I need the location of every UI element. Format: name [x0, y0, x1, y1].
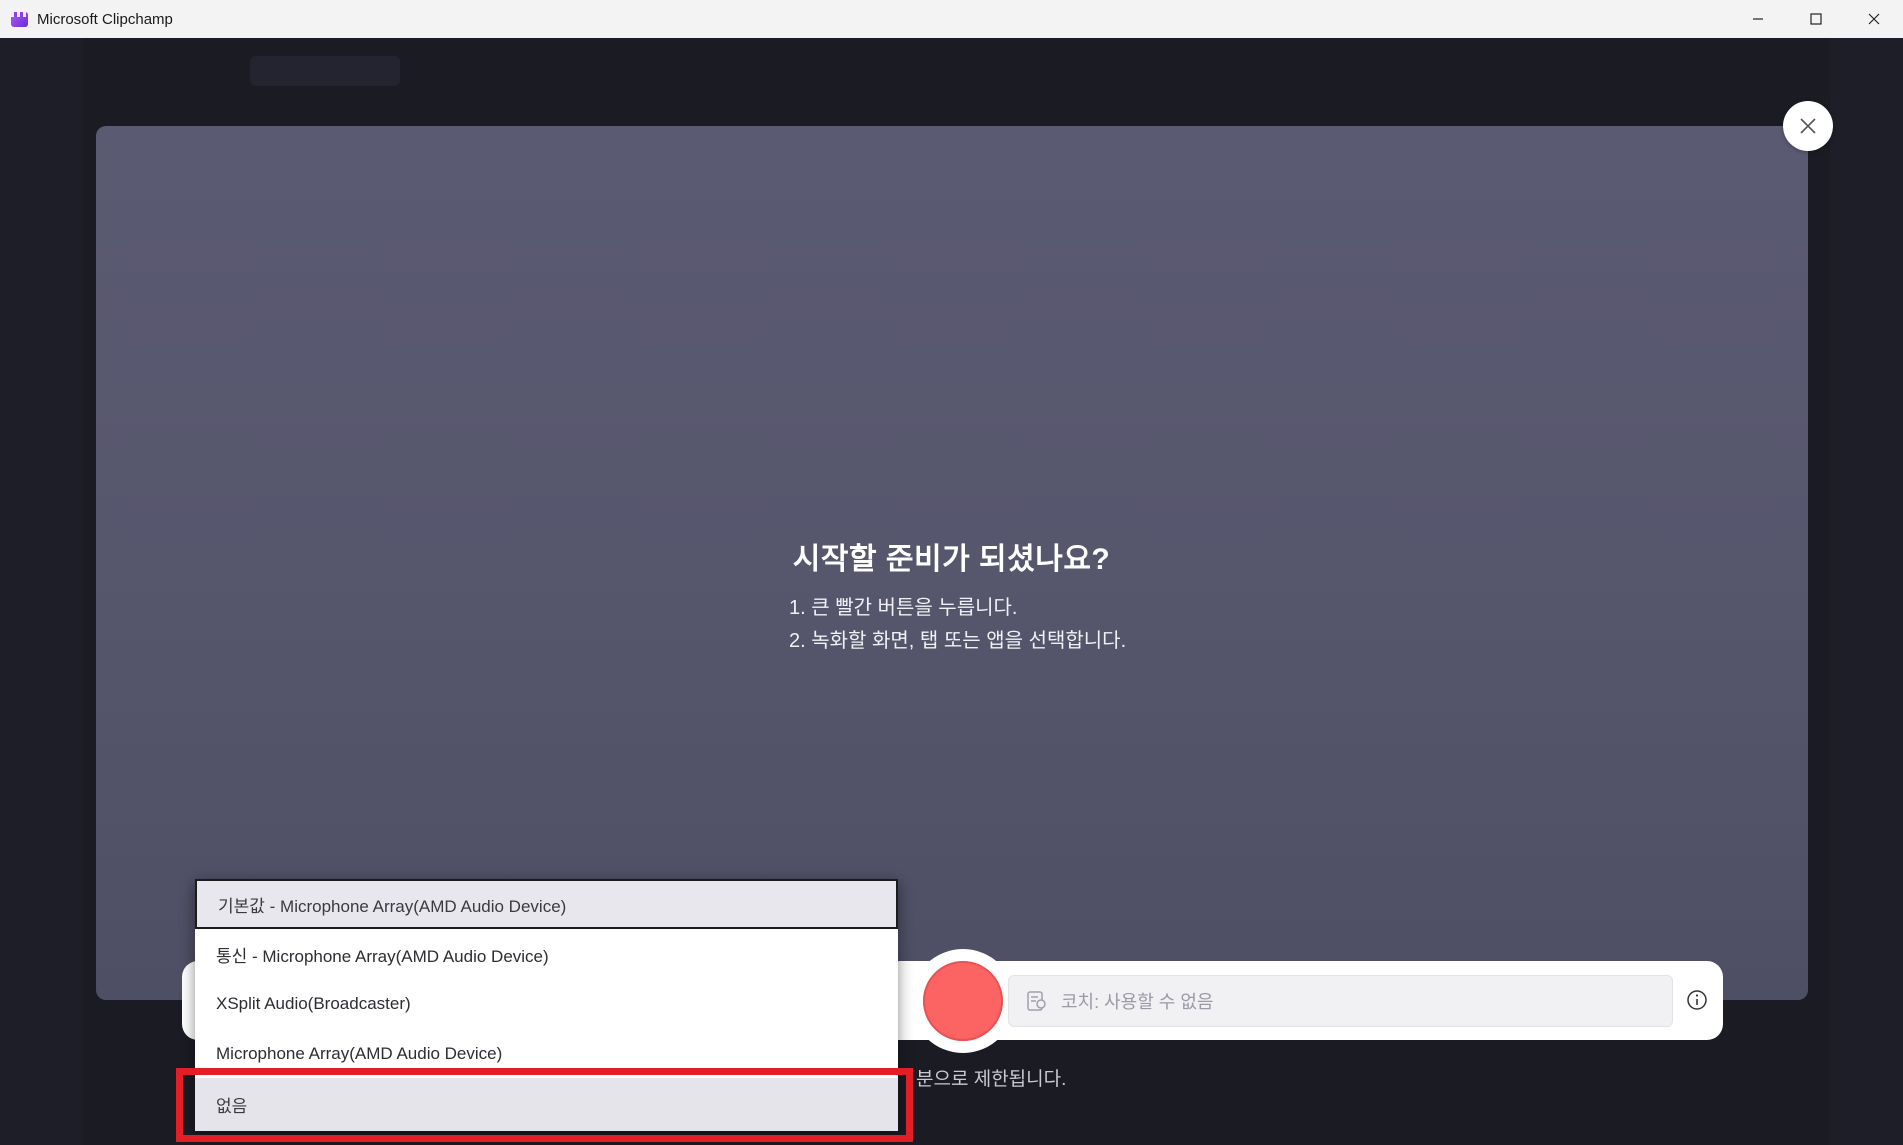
step-2: 2. 녹화할 화면, 탭 또는 앱을 선택합니다. [789, 630, 1127, 652]
recording-steps: 1. 큰 빨간 버튼을 누릅니다. 2. 녹화할 화면, 탭 또는 앱을 선택합… [789, 592, 1126, 658]
recording-heading: 시작할 준비가 되셨나요? [792, 543, 1111, 576]
highlight-box [176, 1068, 913, 1142]
microphone-option-default[interactable]: 기본값 - Microphone Array(AMD Audio Device) [195, 879, 898, 929]
clipchamp-logo-icon [11, 11, 28, 27]
info-icon[interactable] [1686, 989, 1708, 1011]
title-bar: Microsoft Clipchamp [0, 0, 1903, 39]
minimize-button[interactable] [1729, 0, 1787, 38]
close-icon [1868, 13, 1880, 25]
ghost-right-panel [1830, 38, 1903, 1145]
close-icon [1800, 118, 1816, 134]
window-title: Microsoft Clipchamp [37, 10, 173, 28]
step-1: 1. 큰 빨간 버튼을 누릅니다. [789, 597, 1018, 619]
recording-limit-note: 분으로 제한됩니다. [916, 1069, 1067, 1090]
speaker-coach-text: 코치: 사용할 수 없음 [1061, 992, 1214, 1012]
speaker-coach-field: 코치: 사용할 수 없음 [1008, 975, 1673, 1027]
ghost-toolbar [250, 56, 400, 86]
window-controls [1729, 0, 1903, 38]
close-recorder-button[interactable] [1783, 101, 1833, 151]
ghost-sidebar [0, 38, 82, 1145]
minimize-icon [1753, 18, 1763, 20]
microphone-option-communications[interactable]: 통신 - Microphone Array(AMD Audio Device) [195, 929, 898, 979]
record-button[interactable] [923, 961, 1003, 1041]
maximize-button[interactable] [1787, 0, 1845, 38]
microphone-option-xsplit[interactable]: XSplit Audio(Broadcaster) [195, 979, 898, 1029]
close-window-button[interactable] [1845, 0, 1903, 38]
record-button-ring [911, 949, 1015, 1053]
maximize-icon [1810, 13, 1822, 25]
speaker-coach-icon [1025, 989, 1049, 1013]
